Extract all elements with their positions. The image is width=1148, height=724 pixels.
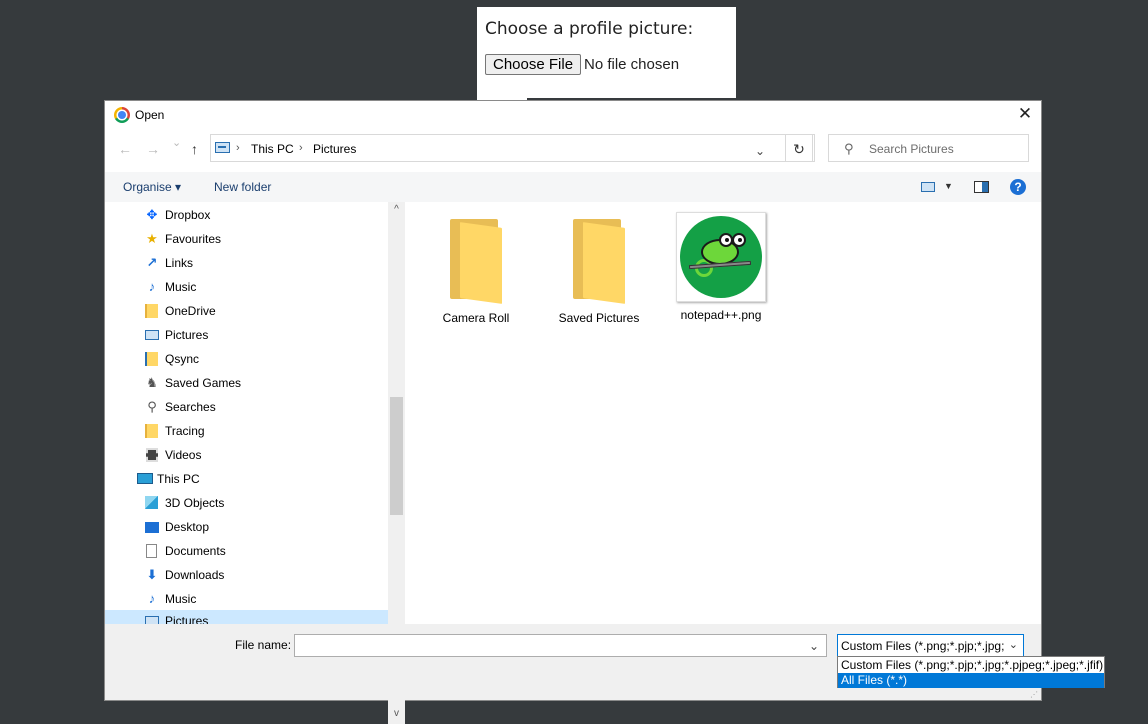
saved-games-icon: ♞ — [146, 375, 158, 390]
music-icon: ♪ — [148, 591, 156, 606]
refresh-icon[interactable]: ↻ — [785, 134, 813, 162]
preview-pane-icon[interactable] — [974, 181, 989, 193]
file-type-dropdown-list: Custom Files (*.png;*.pjp;*.jpg;*.pjpeg;… — [837, 656, 1105, 688]
no-file-chosen-text: No file chosen — [584, 56, 680, 73]
breadcrumb-this-pc[interactable]: This PC — [251, 142, 294, 156]
dialog-toolbar: Organise ▾ New folder ▼ ? — [105, 172, 1041, 202]
folder-icon — [573, 219, 625, 304]
music-icon: ♪ — [148, 279, 156, 294]
search-input[interactable]: ⚲ Search Pictures — [828, 134, 1029, 162]
3d-objects-icon — [145, 496, 159, 510]
tree-item-pictures[interactable]: Pictures — [145, 324, 388, 346]
search-placeholder: Search Pictures — [869, 142, 954, 156]
tree-item-favourites[interactable]: ★ Favourites — [145, 228, 388, 250]
back-arrow-icon[interactable]: ← — [118, 141, 132, 157]
desktop-icon — [145, 520, 159, 534]
view-dropdown-icon[interactable]: ▼ — [944, 181, 953, 191]
tree-item-music[interactable]: ♪ Music — [145, 588, 388, 610]
breadcrumb-separator: › — [236, 142, 240, 154]
notepad-plus-plus-thumbnail — [676, 212, 766, 302]
dropbox-icon: ✥ — [146, 207, 158, 222]
close-button[interactable]: ✕ — [1009, 101, 1041, 129]
open-file-dialog: Open ✕ ← → ⌄ ↑ › This PC › Pictures ⌄ ↻ … — [105, 101, 1041, 724]
documents-icon — [145, 544, 159, 558]
up-arrow-icon[interactable]: ↑ — [191, 141, 198, 157]
tree-item-tracing[interactable]: Tracing — [145, 420, 388, 442]
qsync-icon — [145, 352, 159, 366]
tree-item-saved-games[interactable]: ♞ Saved Games — [145, 372, 388, 394]
file-name-input[interactable] — [294, 634, 827, 657]
tree-item-onedrive[interactable]: OneDrive — [145, 300, 388, 322]
file-item-saved-pictures[interactable]: Saved Pictures — [544, 219, 654, 325]
file-name-dropdown-icon[interactable]: ⌄ — [809, 639, 819, 653]
tree-item-links[interactable]: ↗ Links — [145, 252, 388, 274]
file-item-notepad-png[interactable]: notepad++.png — [666, 212, 776, 322]
pictures-library-icon — [215, 142, 230, 153]
file-type-option-custom[interactable]: Custom Files (*.png;*.pjp;*.jpg;*.pjpeg;… — [838, 658, 1104, 673]
recent-locations-icon[interactable]: ⌄ — [172, 136, 181, 149]
star-icon: ★ — [146, 231, 158, 246]
tree-item-dropbox[interactable]: ✥ Dropbox — [145, 204, 388, 226]
search-icon: ⚲ — [147, 399, 157, 414]
folder-icon — [450, 219, 502, 304]
tree-item-downloads[interactable]: ⬇ Downloads — [145, 564, 388, 586]
file-type-select[interactable]: Custom Files (*.png;*.pjp;*.jpg; ⌄ — [837, 634, 1024, 657]
tree-item-documents[interactable]: Documents — [145, 540, 388, 562]
file-type-selected-value: Custom Files (*.png;*.pjp;*.jpg; — [841, 639, 1005, 653]
scroll-down-icon[interactable]: v — [388, 708, 405, 719]
change-view-icon[interactable] — [921, 182, 935, 192]
file-type-option-all-files[interactable]: All Files (*.*) — [838, 673, 1104, 688]
tree-item-3d-objects[interactable]: 3D Objects — [145, 492, 388, 514]
file-name-label: File name: — [235, 638, 292, 652]
dialog-titlebar: Open ✕ — [105, 101, 1041, 129]
tree-item-desktop[interactable]: Desktop — [145, 516, 388, 538]
profile-picture-card: Choose a profile picture: Choose File No… — [477, 7, 736, 98]
file-label: Saved Pictures — [558, 311, 640, 325]
file-item-camera-roll[interactable]: Camera Roll — [421, 219, 531, 325]
breadcrumb-separator: › — [299, 142, 303, 154]
link-icon: ↗ — [146, 255, 158, 270]
chevron-down-icon[interactable]: ⌄ — [1009, 638, 1018, 651]
pictures-icon — [145, 328, 159, 342]
tree-item-music[interactable]: ♪ Music — [145, 276, 388, 298]
help-icon[interactable]: ? — [1010, 179, 1026, 195]
scroll-up-icon[interactable]: ^ — [388, 204, 405, 215]
file-label: notepad++.png — [680, 308, 762, 322]
tree-item-qsync[interactable]: Qsync — [145, 348, 388, 370]
file-label: Camera Roll — [442, 311, 510, 325]
resize-grip-icon[interactable]: ⋰ — [1030, 690, 1038, 699]
tree-item-searches[interactable]: ⚲ Searches — [145, 396, 388, 418]
breadcrumb-pictures[interactable]: Pictures — [313, 142, 356, 156]
forward-arrow-icon[interactable]: → — [146, 141, 160, 157]
videos-icon — [145, 448, 159, 462]
dialog-title: Open — [135, 108, 165, 122]
downloads-icon: ⬇ — [146, 567, 158, 582]
choose-file-button[interactable]: Choose File — [485, 54, 582, 75]
folder-icon — [145, 424, 159, 438]
profile-picture-label: Choose a profile picture: — [485, 19, 694, 39]
address-bar[interactable]: › This PC › Pictures — [210, 134, 815, 162]
search-icon: ⚲ — [844, 141, 854, 156]
tree-item-videos[interactable]: Videos — [145, 444, 388, 466]
tree-item-this-pc[interactable]: This PC — [137, 468, 388, 490]
organise-button[interactable]: Organise ▾ — [123, 180, 181, 194]
new-folder-button[interactable]: New folder — [214, 180, 271, 194]
scroll-thumb[interactable] — [390, 397, 403, 515]
chrome-icon — [114, 107, 130, 123]
pc-icon — [137, 472, 153, 486]
folder-icon — [145, 304, 159, 318]
address-dropdown-icon[interactable]: ⌄ — [755, 144, 765, 158]
